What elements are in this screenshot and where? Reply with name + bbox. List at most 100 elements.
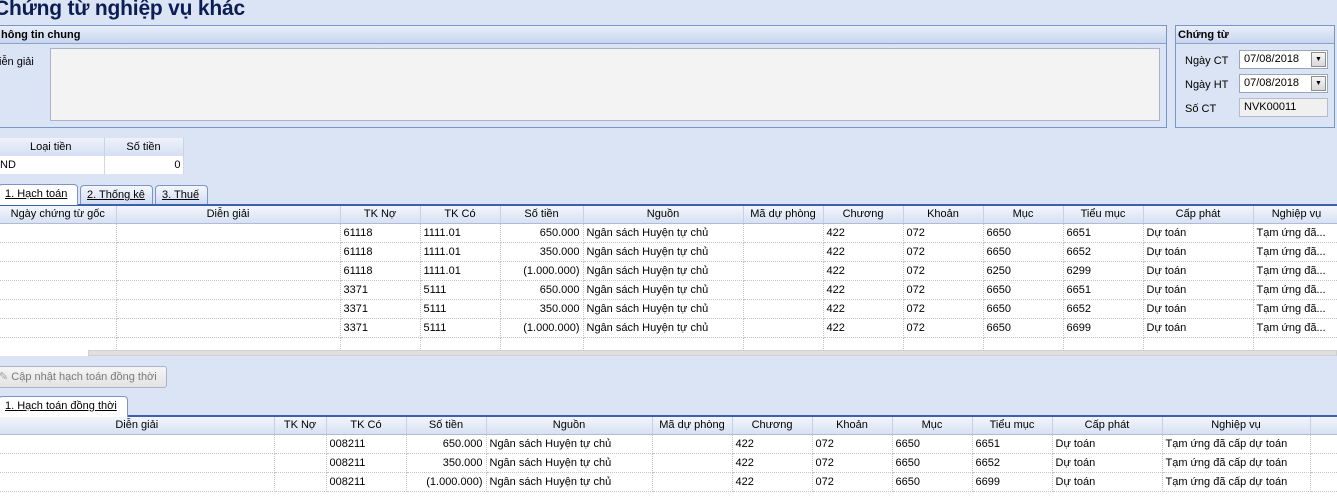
- grid1-cell[interactable]: 422: [823, 223, 904, 243]
- grid2-cell[interactable]: [0, 453, 275, 473]
- grid2-cell[interactable]: Tạm ứng đã cấp dự toán: [1162, 472, 1311, 492]
- grid2-cell[interactable]: [1310, 472, 1337, 492]
- grid1-cell[interactable]: [743, 280, 824, 300]
- grid2-cell[interactable]: [652, 434, 733, 454]
- grid2-cell[interactable]: Ngân sách Huyện tự chủ: [486, 434, 653, 454]
- grid1-cell[interactable]: 350.000: [500, 242, 584, 262]
- grid2-cell[interactable]: Tạm ứng đã cấp dự toán: [1162, 434, 1311, 454]
- grid1-cell[interactable]: 6250: [983, 261, 1064, 281]
- update-concurrent-button[interactable]: ✎ Cập nhật hạch toán đồng thời: [0, 366, 167, 388]
- tab-hach-toan[interactable]: 1. Hạch toán: [0, 184, 78, 205]
- table-row[interactable]: 3371 5111 350.000 Ngân sách Huyện tự chủ 422…: [0, 299, 1337, 319]
- chevron-down-icon[interactable]: ▼: [1311, 76, 1326, 91]
- grid2-cell[interactable]: [652, 472, 733, 492]
- grid1-col-header[interactable]: Mục: [983, 206, 1064, 224]
- grid2-cell[interactable]: 350.000: [406, 453, 487, 473]
- grid2-col-header[interactable]: TK Có: [326, 417, 407, 435]
- grid1-cell[interactable]: (1.000.000): [500, 318, 584, 338]
- grid2-col-header[interactable]: Diễn giải: [0, 417, 275, 435]
- tab-thue[interactable]: 3. Thuế: [155, 185, 208, 205]
- grid2-col-header[interactable]: Nguồn: [486, 417, 653, 435]
- grid1-col-header[interactable]: TK Nợ: [340, 206, 421, 224]
- grid2-cell[interactable]: 6650: [892, 472, 973, 492]
- grid1-col-header[interactable]: Nguồn: [583, 206, 744, 224]
- grid1-cell[interactable]: 6650: [983, 223, 1064, 243]
- grid2-cell[interactable]: 072: [812, 453, 893, 473]
- grid1-cell[interactable]: [0, 242, 117, 262]
- tab-thong-ke[interactable]: 2. Thống kê: [80, 185, 153, 205]
- grid1-cell[interactable]: Ngân sách Huyện tự chủ: [583, 261, 744, 281]
- grid2-col-header[interactable]: Khoản: [812, 417, 893, 435]
- grid1-cell[interactable]: Dự toán: [1143, 318, 1254, 338]
- grid2-col-header[interactable]: Mục: [892, 417, 973, 435]
- grid2-cell[interactable]: 422: [732, 453, 813, 473]
- grid2-col-header[interactable]: Nghiệp vụ: [1162, 417, 1311, 435]
- grid2-cell[interactable]: [274, 472, 327, 492]
- grid1-col-header[interactable]: Diễn giải: [116, 206, 341, 224]
- description-input[interactable]: [50, 48, 1160, 121]
- grid1-cell[interactable]: [743, 299, 824, 319]
- grid1-col-header[interactable]: Nghiệp vụ: [1253, 206, 1337, 224]
- grid1-cell[interactable]: 6699: [1063, 318, 1144, 338]
- grid1-cell[interactable]: 072: [903, 261, 984, 281]
- currency-type-cell[interactable]: ND: [0, 156, 105, 174]
- grid1-cell[interactable]: 650.000: [500, 280, 584, 300]
- currency-amount-cell[interactable]: 0: [104, 156, 184, 174]
- grid2-col-header[interactable]: TK Nợ: [274, 417, 327, 435]
- grid1-cell[interactable]: Dự toán: [1143, 261, 1254, 281]
- grid1-cell[interactable]: 6650: [983, 242, 1064, 262]
- table-row[interactable]: 61118 1111.01 (1.000.000) Ngân sách Huyện t…: [0, 261, 1337, 281]
- grid1-cell[interactable]: Dự toán: [1143, 242, 1254, 262]
- grid2-cell[interactable]: (1.000.000): [406, 472, 487, 492]
- grid1-col-header[interactable]: Mã dự phòng: [743, 206, 824, 224]
- grid1-cell[interactable]: Tạm ứng đã...: [1253, 223, 1337, 243]
- grid1-cell[interactable]: 6650: [983, 299, 1064, 319]
- grid1-col-header[interactable]: Khoản: [903, 206, 984, 224]
- grid2-cell[interactable]: 008211: [326, 453, 407, 473]
- grid1-cell[interactable]: Dự toán: [1143, 299, 1254, 319]
- grid1-col-header[interactable]: Chương: [823, 206, 904, 224]
- grid2-cell[interactable]: 072: [812, 434, 893, 454]
- grid1-cell[interactable]: Ngân sách Huyện tự chủ: [583, 242, 744, 262]
- grid1-cell[interactable]: 3371: [340, 280, 421, 300]
- grid2-cell[interactable]: Tạm ứng đã cấp dự toán: [1162, 453, 1311, 473]
- grid1-cell[interactable]: Ngân sách Huyện tự chủ: [583, 223, 744, 243]
- grid2-cell[interactable]: [0, 434, 275, 454]
- grid1-cell[interactable]: [743, 261, 824, 281]
- grid1-cell[interactable]: [0, 318, 117, 338]
- grid1-cell[interactable]: 61118: [340, 261, 421, 281]
- grid2-cell[interactable]: [1310, 434, 1337, 454]
- grid1-cell[interactable]: 5111: [420, 280, 501, 300]
- grid1-cell[interactable]: [116, 280, 341, 300]
- grid1-col-header[interactable]: Số tiền: [500, 206, 584, 224]
- table-row[interactable]: 61118 1111.01 650.000 Ngân sách Huyện tự ch…: [0, 223, 1337, 243]
- grid1-cell[interactable]: 6651: [1063, 223, 1144, 243]
- grid1-cell[interactable]: Dự toán: [1143, 280, 1254, 300]
- grid2-col-header[interactable]: Tiểu mục: [972, 417, 1053, 435]
- grid2-cell[interactable]: 422: [732, 472, 813, 492]
- date-ct-picker[interactable]: 07/08/2018 ▼: [1239, 50, 1328, 69]
- grid2-cell[interactable]: [274, 453, 327, 473]
- grid1-cell[interactable]: Tạm ứng đã...: [1253, 318, 1337, 338]
- grid1-cell[interactable]: 422: [823, 242, 904, 262]
- grid2-cell[interactable]: [1310, 453, 1337, 473]
- grid1-cell[interactable]: 350.000: [500, 299, 584, 319]
- grid1-cell[interactable]: 072: [903, 223, 984, 243]
- grid2-cell[interactable]: 422: [732, 434, 813, 454]
- grid1-cell[interactable]: [743, 223, 824, 243]
- grid2-col-header[interactable]: Mã dự phòng: [652, 417, 733, 435]
- grid1-cell[interactable]: [0, 299, 117, 319]
- grid2-cell[interactable]: 6651: [972, 434, 1053, 454]
- date-ht-picker[interactable]: 07/08/2018 ▼: [1239, 74, 1328, 93]
- grid1-cell[interactable]: [116, 261, 341, 281]
- grid1-cell[interactable]: 422: [823, 299, 904, 319]
- grid1-cell[interactable]: Ngân sách Huyện tự chủ: [583, 318, 744, 338]
- grid2-cell[interactable]: 6652: [972, 453, 1053, 473]
- grid1-col-header[interactable]: Ngày chứng từ gốc: [0, 206, 117, 224]
- table-row[interactable]: 008211 350.000 Ngân sách Huyện tự chủ 422 07…: [0, 453, 1337, 473]
- grid1-cell[interactable]: 072: [903, 299, 984, 319]
- grid2-cell[interactable]: 650.000: [406, 434, 487, 454]
- chevron-down-icon[interactable]: ▼: [1311, 52, 1326, 67]
- grid2-col-header[interactable]: Hc: [1310, 417, 1337, 435]
- grid1-cell[interactable]: 6652: [1063, 299, 1144, 319]
